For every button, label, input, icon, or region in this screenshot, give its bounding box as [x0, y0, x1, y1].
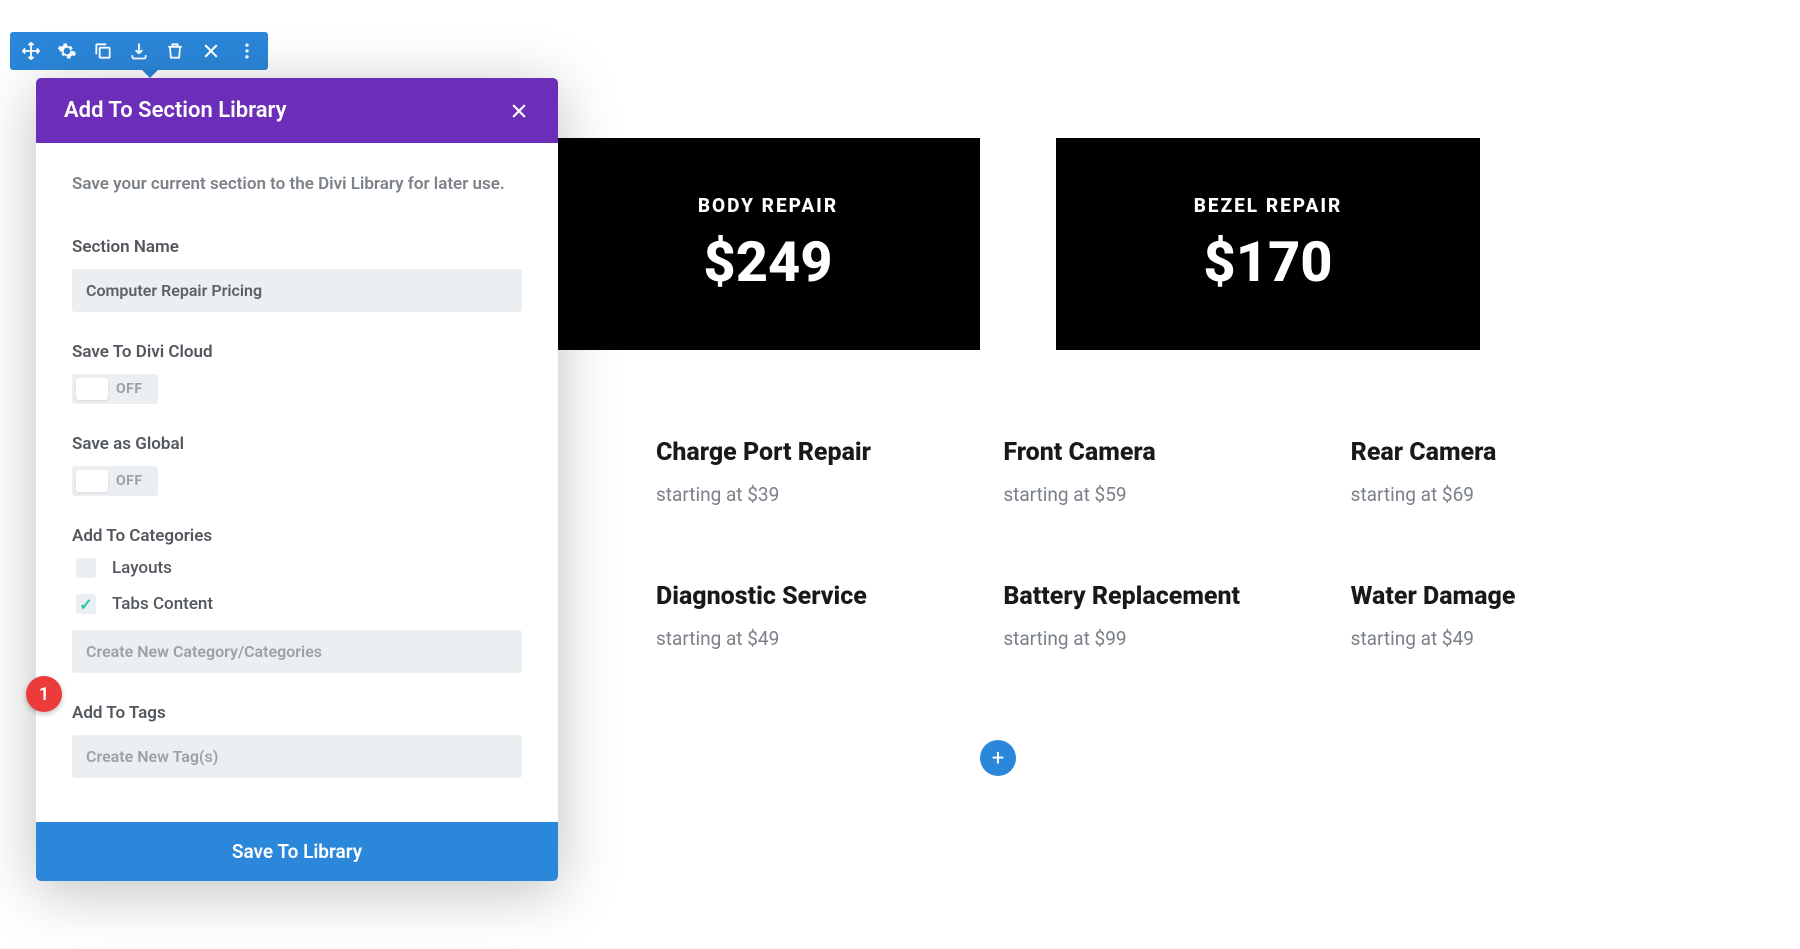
service-title: Rear Camera	[1351, 438, 1618, 467]
service-title: Charge Port Repair	[656, 438, 923, 467]
section-name-label: Section Name	[72, 237, 522, 257]
service-price: starting at $59	[1003, 483, 1270, 506]
category-label: Tabs Content	[112, 594, 213, 614]
modal-body: Save your current section to the Divi Li…	[36, 143, 558, 822]
trash-icon[interactable]	[164, 40, 186, 62]
categories-label: Add To Categories	[72, 526, 522, 546]
save-library-icon[interactable]	[128, 40, 150, 62]
modal-title: Add To Section Library	[64, 98, 287, 123]
modal-description: Save your current section to the Divi Li…	[72, 171, 522, 197]
section-name-field: Section Name	[72, 237, 522, 312]
pricing-card: BEZEL REPAIR $170	[1056, 138, 1480, 350]
pricing-card-title: BODY REPAIR	[698, 194, 838, 217]
pricing-card-title: BEZEL REPAIR	[1194, 194, 1343, 217]
service-item: Water Damage starting at $49	[1351, 582, 1618, 650]
service-price: starting at $99	[1003, 627, 1270, 650]
new-tag-input[interactable]	[72, 735, 522, 778]
modal-close-button[interactable]	[508, 100, 530, 122]
more-icon[interactable]	[236, 40, 258, 62]
section-toolbar	[10, 32, 268, 70]
add-module-button[interactable]: +	[980, 740, 1016, 776]
services-grid: Charge Port Repair starting at $39 Front…	[656, 438, 1618, 650]
service-title: Front Camera	[1003, 438, 1270, 467]
category-checkbox[interactable]	[76, 558, 96, 578]
duplicate-icon[interactable]	[92, 40, 114, 62]
service-item: Rear Camera starting at $69	[1351, 438, 1618, 506]
save-to-cloud-field: Save To Divi Cloud OFF	[72, 342, 522, 404]
category-item-tabs-content[interactable]: Tabs Content	[76, 594, 522, 614]
save-as-global-field: Save as Global OFF	[72, 434, 522, 496]
save-to-library-label: Save To Library	[232, 840, 362, 863]
pricing-card: BODY REPAIR $249	[556, 138, 980, 350]
section-name-input[interactable]	[72, 269, 522, 312]
add-to-library-modal: Add To Section Library Save your current…	[36, 78, 558, 881]
tags-field: Add To Tags	[72, 703, 522, 778]
move-icon[interactable]	[20, 40, 42, 62]
save-to-library-button[interactable]: Save To Library	[36, 822, 558, 881]
pricing-card-price: $170	[1203, 229, 1332, 295]
service-price: starting at $39	[656, 483, 923, 506]
toolbar-caret	[140, 68, 160, 78]
service-item: Battery Replacement starting at $99	[1003, 582, 1270, 650]
category-checkbox[interactable]	[76, 594, 96, 614]
save-as-global-label: Save as Global	[72, 434, 522, 454]
save-to-cloud-label: Save To Divi Cloud	[72, 342, 522, 362]
service-title: Battery Replacement	[1003, 582, 1270, 611]
service-item: Front Camera starting at $59	[1003, 438, 1270, 506]
gear-icon[interactable]	[56, 40, 78, 62]
save-to-cloud-toggle[interactable]: OFF	[72, 374, 158, 404]
categories-field: Add To Categories Layouts Tabs Content	[72, 526, 522, 673]
toggle-knob	[76, 378, 108, 400]
pricing-card-price: $249	[703, 229, 832, 295]
service-item: Diagnostic Service starting at $49	[656, 582, 923, 650]
service-price: starting at $49	[656, 627, 923, 650]
service-price: starting at $49	[1351, 627, 1618, 650]
annotation-badge: 1	[26, 676, 62, 712]
toggle-knob	[76, 470, 108, 492]
plus-icon: +	[992, 746, 1004, 771]
modal-header: Add To Section Library	[36, 78, 558, 143]
new-category-input[interactable]	[72, 630, 522, 673]
service-title: Water Damage	[1351, 582, 1618, 611]
toggle-state: OFF	[116, 381, 143, 397]
category-label: Layouts	[112, 558, 172, 578]
save-as-global-toggle[interactable]: OFF	[72, 466, 158, 496]
close-icon[interactable]	[200, 40, 222, 62]
service-item: Charge Port Repair starting at $39	[656, 438, 923, 506]
toggle-state: OFF	[116, 473, 143, 489]
annotation-number: 1	[39, 684, 49, 705]
service-price: starting at $69	[1351, 483, 1618, 506]
category-item-layouts[interactable]: Layouts	[76, 558, 522, 578]
service-title: Diagnostic Service	[656, 582, 923, 611]
tags-label: Add To Tags	[72, 703, 522, 723]
